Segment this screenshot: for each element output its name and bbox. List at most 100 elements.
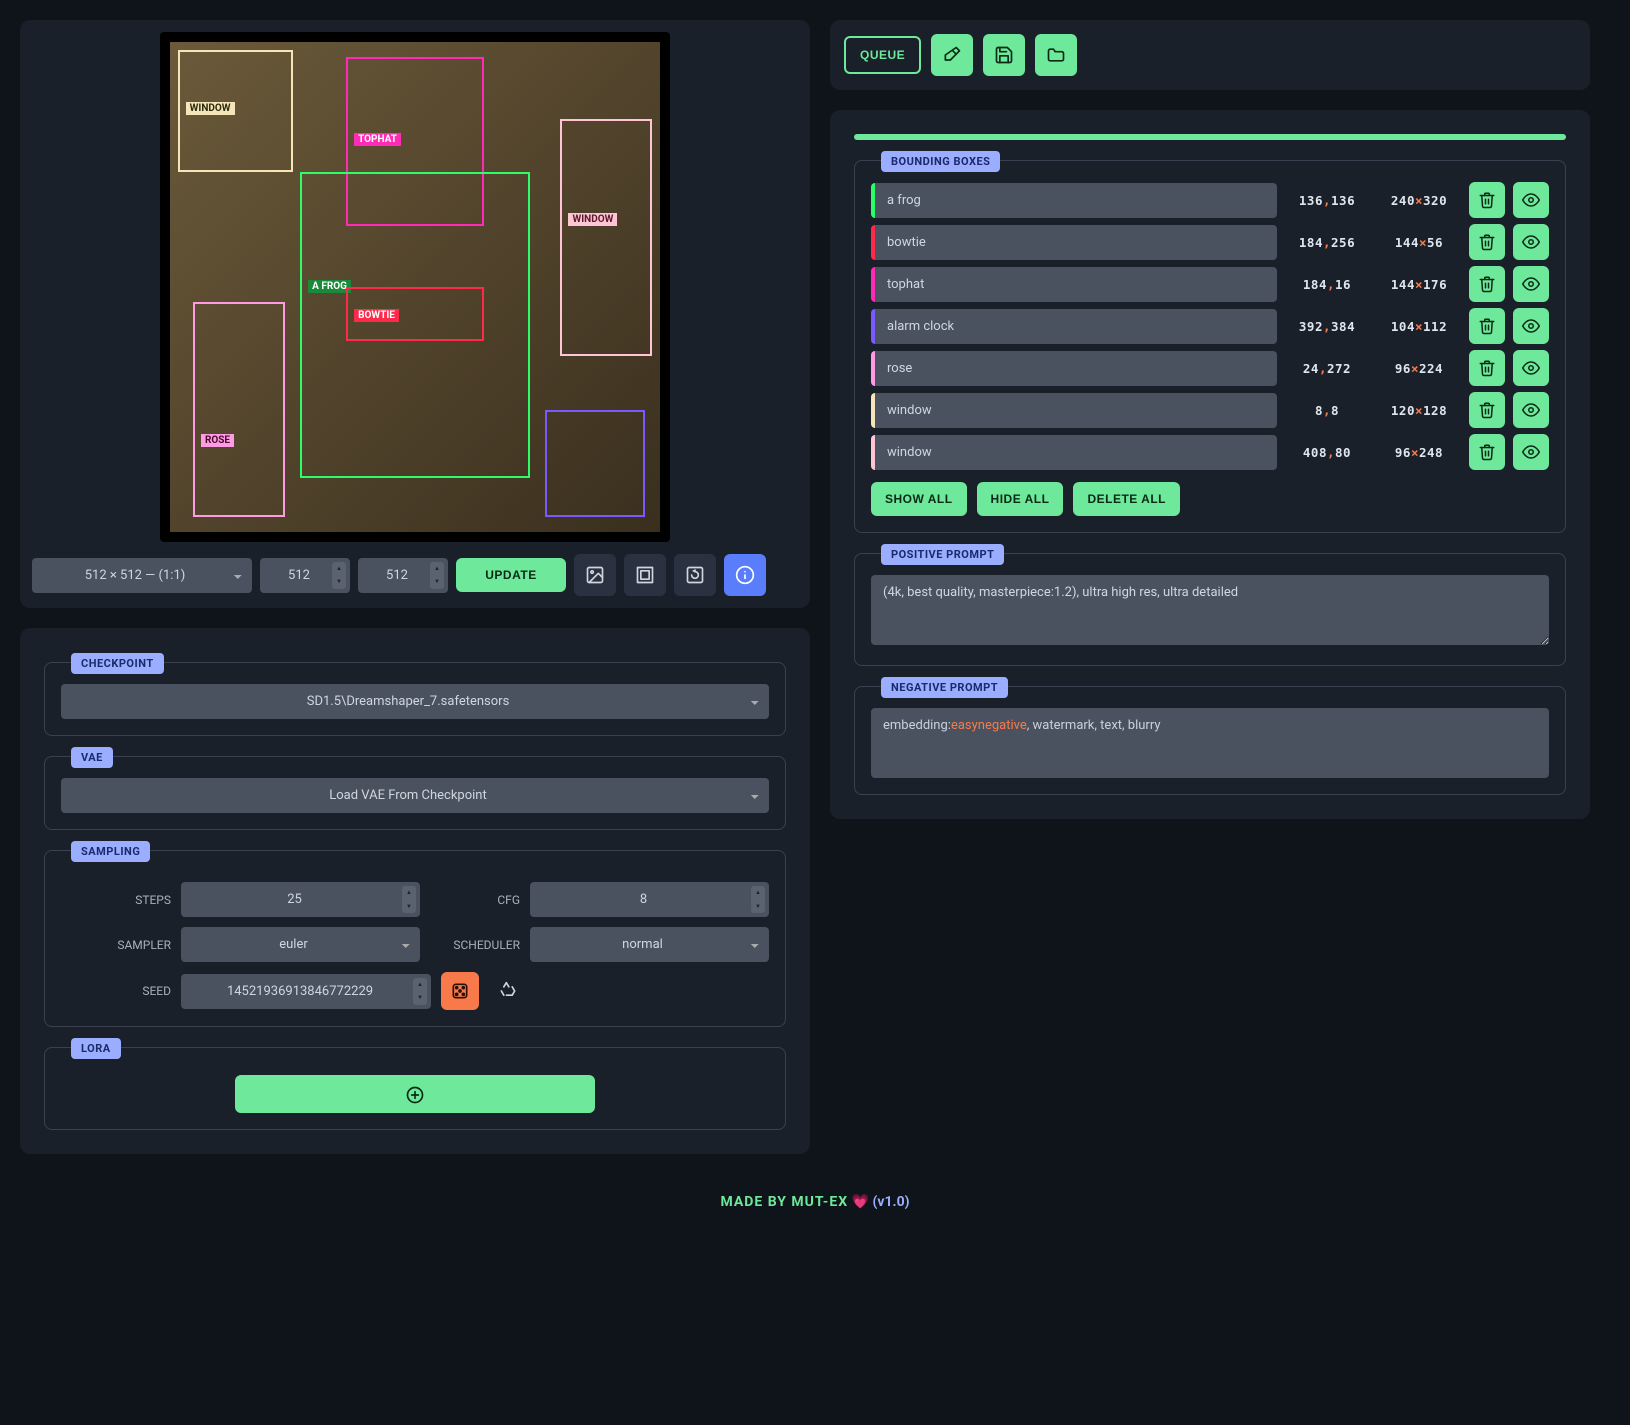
- vae-legend: VAE: [71, 747, 113, 768]
- bbox-position[interactable]: 136,136: [1285, 183, 1369, 218]
- negative-prompt-fieldset: Negative Prompt embedding:easynegative, …: [854, 686, 1566, 795]
- negative-legend: Negative Prompt: [881, 677, 1008, 698]
- open-folder-icon-button[interactable]: [1035, 34, 1077, 76]
- fullscreen-icon-button[interactable]: [624, 554, 666, 596]
- negative-prompt-textarea[interactable]: embedding:easynegative, watermark, text,…: [871, 708, 1549, 778]
- bbox-position[interactable]: 184,256: [1285, 225, 1369, 260]
- bbox-overlay[interactable]: ROSE: [193, 302, 285, 516]
- footer-version: (v1.0): [873, 1194, 910, 1210]
- bbox-size[interactable]: 240×320: [1377, 183, 1461, 218]
- recycle-seed-button[interactable]: [489, 972, 527, 1010]
- bbox-visibility-button[interactable]: [1513, 434, 1549, 470]
- bbox-row: 184,256144×56: [871, 224, 1549, 260]
- bbox-label-wrap: [871, 225, 1277, 260]
- vae-select[interactable]: Load VAE From Checkpoint: [61, 778, 769, 813]
- width-spinner[interactable]: ▲▼: [332, 562, 346, 589]
- scheduler-label: Scheduler: [430, 938, 520, 952]
- random-seed-button[interactable]: [441, 972, 479, 1010]
- positive-prompt-textarea[interactable]: [871, 575, 1549, 645]
- cfg-label: CFG: [430, 893, 520, 907]
- bbox-size[interactable]: 144×176: [1377, 267, 1461, 302]
- resolution-select[interactable]: 512 × 512 — (1:1): [32, 558, 252, 593]
- positive-legend: Positive Prompt: [881, 544, 1004, 565]
- bbox-delete-button[interactable]: [1469, 266, 1505, 302]
- vae-fieldset: VAE Load VAE From Checkpoint: [44, 756, 786, 830]
- bbox-label-wrap: [871, 393, 1277, 428]
- bbox-delete-button[interactable]: [1469, 350, 1505, 386]
- bbox-label-input[interactable]: [875, 309, 1277, 344]
- bbox-row: 8,8120×128: [871, 392, 1549, 428]
- bbox-label-input[interactable]: [875, 393, 1277, 428]
- bbox-overlay[interactable]: BOWTIE: [346, 287, 484, 341]
- bbox-visibility-button[interactable]: [1513, 266, 1549, 302]
- bbox-visibility-button[interactable]: [1513, 224, 1549, 260]
- bbox-visibility-button[interactable]: [1513, 392, 1549, 428]
- delete-all-button[interactable]: Delete All: [1073, 482, 1180, 516]
- bbox-delete-button[interactable]: [1469, 392, 1505, 428]
- lora-fieldset: LoRA: [44, 1047, 786, 1130]
- bbox-label-input[interactable]: [875, 435, 1277, 470]
- bbox-size[interactable]: 96×224: [1377, 351, 1461, 386]
- bbox-position[interactable]: 8,8: [1285, 393, 1369, 428]
- bbox-size[interactable]: 104×112: [1377, 309, 1461, 344]
- hide-all-button[interactable]: Hide All: [977, 482, 1064, 516]
- bbox-size[interactable]: 144×56: [1377, 225, 1461, 260]
- seed-input[interactable]: [181, 974, 431, 1009]
- settings-panel: Checkpoint SD1.5\Dreamshaper_7.safetenso…: [20, 628, 810, 1154]
- steps-input[interactable]: [181, 882, 420, 917]
- positive-prompt-fieldset: Positive Prompt: [854, 553, 1566, 666]
- cfg-input[interactable]: [530, 882, 769, 917]
- preview-image[interactable]: WINDOWTOPHATA FROGWINDOWBOWTIEROSEALARM …: [170, 42, 660, 532]
- bbox-label-input[interactable]: [875, 183, 1277, 218]
- bbox-label-wrap: [871, 435, 1277, 470]
- bbox-size[interactable]: 96×248: [1377, 435, 1461, 470]
- bbox-visibility-button[interactable]: [1513, 350, 1549, 386]
- bbox-delete-button[interactable]: [1469, 308, 1505, 344]
- queue-button[interactable]: Queue: [844, 36, 921, 74]
- steps-spinner[interactable]: ▲▼: [402, 886, 416, 913]
- sampler-select[interactable]: euler: [181, 927, 420, 962]
- seed-label: Seed: [61, 984, 171, 998]
- scheduler-select[interactable]: normal: [530, 927, 769, 962]
- preview-image-wrap: WINDOWTOPHATA FROGWINDOWBOWTIEROSEALARM …: [160, 32, 670, 542]
- eraser-icon-button[interactable]: [931, 34, 973, 76]
- bbox-position[interactable]: 24,272: [1285, 351, 1369, 386]
- cfg-spinner[interactable]: ▲▼: [751, 886, 765, 913]
- sampler-label: Sampler: [61, 938, 171, 952]
- save-icon-button[interactable]: [983, 34, 1025, 76]
- bbox-label-input[interactable]: [875, 225, 1277, 260]
- height-spinner[interactable]: ▲▼: [430, 562, 444, 589]
- seed-spinner[interactable]: ▲▼: [413, 978, 427, 1005]
- bbox-fieldset: Bounding Boxes 136,136240×320184,256144×…: [854, 160, 1566, 533]
- bbox-delete-button[interactable]: [1469, 224, 1505, 260]
- lora-add-button[interactable]: [235, 1075, 595, 1113]
- update-button[interactable]: Update: [456, 558, 566, 592]
- bbox-label-input[interactable]: [875, 267, 1277, 302]
- bbox-overlay[interactable]: ALARM CLOCK: [545, 410, 645, 517]
- bbox-label-input[interactable]: [875, 351, 1277, 386]
- reload-image-icon-button[interactable]: [674, 554, 716, 596]
- bbox-row: 408,8096×248: [871, 434, 1549, 470]
- bbox-position[interactable]: 184,16: [1285, 267, 1369, 302]
- image-icon-button[interactable]: [574, 554, 616, 596]
- bbox-position[interactable]: 392,384: [1285, 309, 1369, 344]
- heart-icon: 💗: [852, 1194, 869, 1210]
- bbox-size[interactable]: 120×128: [1377, 393, 1461, 428]
- bbox-row: 392,384104×112: [871, 308, 1549, 344]
- info-icon-button[interactable]: [724, 554, 766, 596]
- checkpoint-fieldset: Checkpoint SD1.5\Dreamshaper_7.safetenso…: [44, 662, 786, 736]
- bbox-position[interactable]: 408,80: [1285, 435, 1369, 470]
- bbox-overlay-label: WINDOW: [186, 102, 235, 115]
- bbox-overlay[interactable]: WINDOW: [560, 119, 652, 356]
- steps-label: Steps: [61, 893, 171, 907]
- bbox-overlay[interactable]: WINDOW: [178, 50, 293, 173]
- bbox-row: 24,27296×224: [871, 350, 1549, 386]
- checkpoint-select[interactable]: SD1.5\Dreamshaper_7.safetensors: [61, 684, 769, 719]
- bbox-label-wrap: [871, 351, 1277, 386]
- bbox-visibility-button[interactable]: [1513, 182, 1549, 218]
- bbox-delete-button[interactable]: [1469, 182, 1505, 218]
- bbox-delete-button[interactable]: [1469, 434, 1505, 470]
- show-all-button[interactable]: Show All: [871, 482, 967, 516]
- bbox-visibility-button[interactable]: [1513, 308, 1549, 344]
- bbox-overlay-label: TOPHAT: [354, 133, 401, 146]
